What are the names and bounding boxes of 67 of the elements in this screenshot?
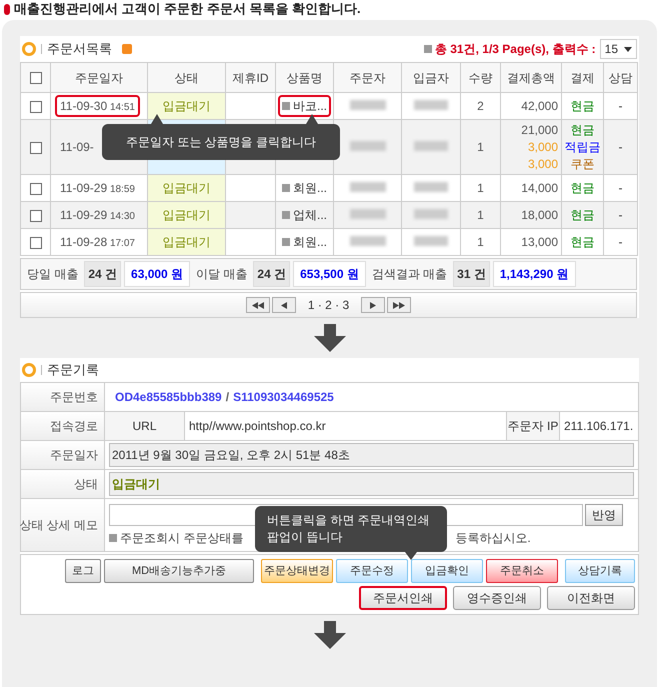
payment-method: 현금: [570, 234, 596, 250]
totals-count: 31 건: [453, 261, 490, 287]
action-button[interactable]: 입금확인: [411, 559, 483, 583]
page-numbers[interactable]: 1 · 2 · 3: [308, 296, 350, 314]
order-date[interactable]: 11-09-: [55, 136, 99, 158]
amount-text: 3,000: [526, 138, 558, 156]
tooltip: 버튼클릭을 하면 주문내역인쇄 팝업이 뜹니다: [255, 506, 447, 560]
field-label: 상태 상세 메모: [21, 499, 105, 551]
section-title: 주문서목록: [47, 40, 112, 58]
totals-count: 24 건: [253, 261, 290, 287]
payment-method: 쿠폰: [570, 156, 596, 172]
consult-cell: -: [604, 228, 638, 256]
status-cell: 입금대기: [148, 228, 226, 256]
totals-amount: 1,143,290 원: [492, 261, 576, 287]
field-label: 접속경로: [21, 412, 105, 440]
memo-help-text: 등록하십시오.: [455, 530, 531, 546]
per-page-select[interactable]: 15: [600, 39, 637, 59]
payment-method: 현금: [570, 180, 596, 196]
amount-text: 3,000: [526, 156, 558, 172]
quantity-cell: 1: [460, 228, 500, 256]
totals-amount: 63,000 원: [124, 261, 190, 287]
order-code: S11093034469525: [233, 389, 334, 406]
field-label: 주문일자: [21, 441, 105, 469]
order-date-field: 2011년 9월 30일 금요일, 오후 2시 51분 48초: [109, 443, 634, 467]
tooltip: 주문일자 또는 상품명을 클릭합니다: [102, 114, 340, 160]
totals-count: 24 건: [84, 261, 122, 287]
totals-label: 검색결과 매출: [370, 266, 448, 283]
summary-text: 총 31건, 1/3 Page(s), 출력수 :: [434, 41, 596, 58]
action-button[interactable]: 상담기록: [565, 559, 635, 583]
payment-method: 현금: [570, 98, 596, 114]
ip-label: 주문자 IP: [506, 412, 560, 440]
route-url: http//www.pointshop.co.kr: [188, 418, 327, 435]
payment-method: 현금: [570, 122, 596, 138]
amount-text: 21,000: [520, 122, 558, 138]
totals-label: 당일 매출: [26, 266, 80, 283]
payment-method: 현금: [570, 206, 596, 224]
print-button[interactable]: 이전화면: [547, 586, 635, 610]
print-button[interactable]: 주문서인쇄: [359, 586, 447, 610]
route-type-label: URL: [105, 412, 185, 440]
field-label: 상태: [21, 470, 105, 498]
ip-address: 211.106.171.: [563, 418, 634, 435]
action-button[interactable]: 로그: [65, 559, 101, 583]
section-title: 주문기록: [47, 361, 99, 380]
product-link[interactable]: 바코...: [278, 95, 331, 117]
instruction-text: 매출진행관리에서 고객이 주문한 주문서 목록을 확인합니다.: [14, 0, 361, 18]
apply-button[interactable]: 반영: [585, 504, 623, 526]
amount-text: 42,000: [520, 98, 558, 114]
status-cell: 입금대기: [148, 92, 226, 120]
order-date[interactable]: 11-09-30 14:51: [55, 95, 140, 117]
amount-text: 13,000: [520, 234, 558, 250]
memo-help-text: 주문조회시 주문상태를: [120, 530, 244, 546]
totals-amount: 653,500 원: [293, 261, 366, 287]
action-button[interactable]: 주문수정: [336, 559, 408, 583]
order-number: OD4e85585bbb389: [115, 389, 222, 406]
action-button[interactable]: 주문취소: [486, 559, 558, 583]
amount-text: 14,000: [520, 180, 558, 196]
totals-label: 이달 매출: [195, 266, 248, 283]
status-cell: 입금대기: [148, 202, 226, 228]
print-button[interactable]: 영수증인쇄: [453, 586, 541, 610]
status-cell: 입금대기: [148, 174, 226, 202]
status-field: 입금대기: [109, 472, 634, 496]
field-label: 주문번호: [21, 383, 105, 411]
separator-text: /: [226, 389, 230, 406]
amount-text: 18,000: [520, 206, 558, 224]
action-button[interactable]: MD배송기능추가중: [104, 559, 254, 583]
payment-method: 적립금: [564, 138, 602, 156]
action-button[interactable]: 주문상태변경: [261, 559, 333, 583]
